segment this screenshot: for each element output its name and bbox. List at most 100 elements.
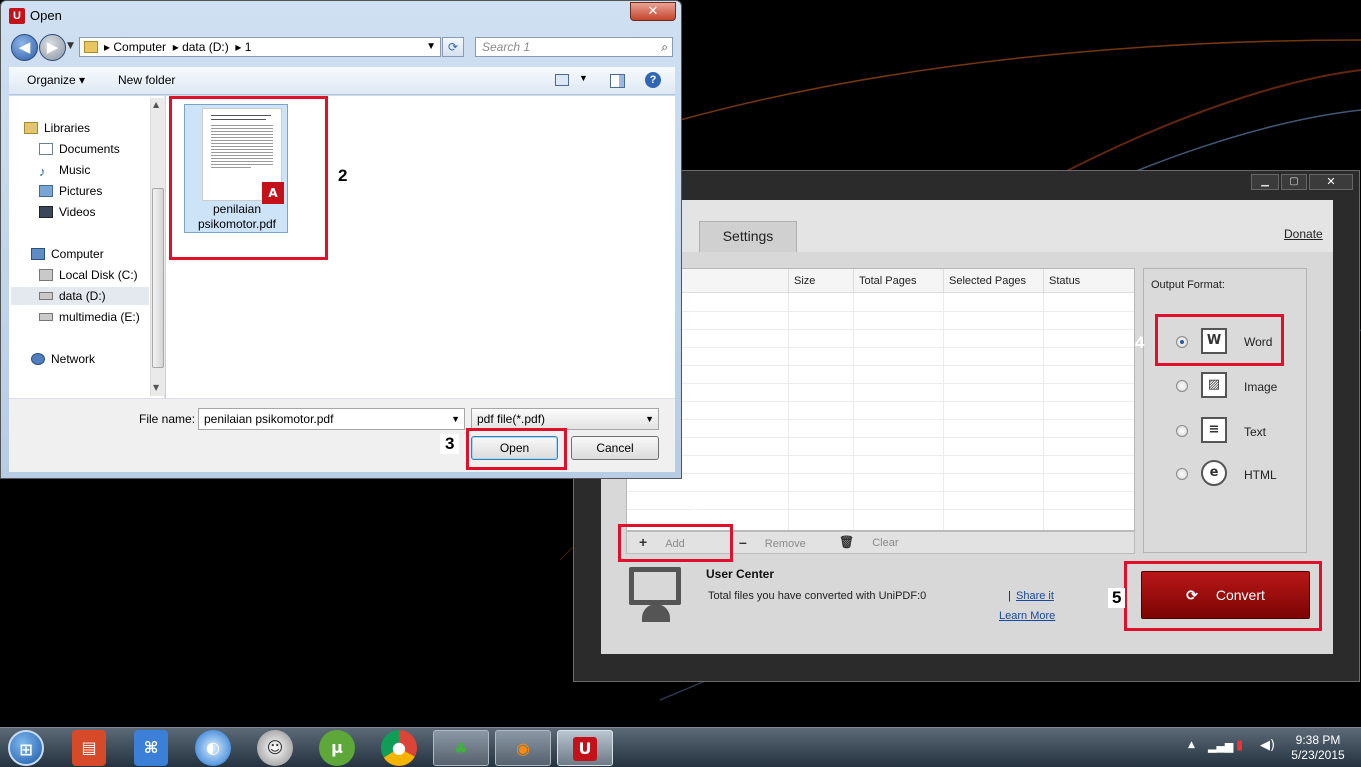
nav-local-disk[interactable]: Local Disk (C:) (39, 266, 138, 284)
radio-html[interactable] (1176, 468, 1188, 480)
unipdf-taskbar-icon[interactable]: U (557, 730, 613, 766)
recent-dropdown-icon[interactable]: ▼ (67, 41, 74, 51)
separator: | (1008, 590, 1011, 602)
nav-libraries[interactable]: Libraries (24, 119, 90, 137)
back-arrow-icon[interactable]: ◀ (11, 34, 38, 61)
plus-icon: + (639, 534, 648, 550)
dialog-title: Open (30, 8, 62, 23)
format-word-label[interactable]: Word (1244, 335, 1272, 349)
view-icon[interactable] (555, 74, 569, 86)
nav-label: Libraries (44, 121, 91, 135)
ie-icon: e (1201, 460, 1227, 486)
close-window-button[interactable]: ✕ (1309, 174, 1353, 190)
help-icon[interactable]: ? (645, 72, 661, 88)
pictures-icon (39, 185, 53, 197)
pdf-file-item[interactable]: A penilaian psikomotor.pdf (184, 104, 288, 233)
music-icon: ♪ (39, 164, 46, 179)
scroll-up-icon[interactable]: ▲ (153, 100, 159, 109)
column-status[interactable]: Status (1043, 269, 1134, 293)
trash-icon: 🗑 (839, 535, 855, 549)
cancel-button[interactable]: Cancel (571, 436, 659, 460)
nav-multimedia[interactable]: multimedia (E:) (39, 308, 140, 326)
nav-label: Documents (59, 142, 120, 156)
radio-image[interactable] (1176, 380, 1188, 392)
volume-icon[interactable]: ◀) (1260, 738, 1275, 753)
convert-button[interactable]: ⟳ Convert (1141, 571, 1310, 619)
monitor-icon (629, 567, 681, 605)
signal-icon[interactable]: ▂▄▆ (1208, 740, 1233, 753)
format-html-label[interactable]: HTML (1244, 468, 1277, 482)
file-list-table[interactable]: Size Total Pages Selected Pages Status (626, 268, 1135, 531)
search-input[interactable]: Search 1 ⌕ (475, 37, 673, 57)
nav-data-d[interactable]: data (D:) (11, 287, 149, 305)
nav-pictures[interactable]: Pictures (39, 182, 102, 200)
open-button[interactable]: Open (471, 436, 558, 460)
converted-count-text: Total files you have converted with UniP… (708, 590, 927, 602)
file-type-dropdown-icon[interactable]: ▼ (645, 409, 654, 429)
file-name-dropdown-icon[interactable]: ▼ (451, 409, 460, 429)
nav-videos[interactable]: Videos (39, 203, 95, 221)
annotation-number-2: 2 (338, 166, 348, 185)
browser-app-icon[interactable]: ◐ (195, 730, 231, 766)
dialog-toolbar: Organize ▾ New folder ▼ ? (9, 67, 675, 95)
utorrent-icon[interactable]: µ (319, 730, 355, 766)
refresh-icon: ⟳ (1186, 587, 1198, 603)
nav-network[interactable]: Network (31, 350, 95, 368)
view-dropdown-icon[interactable]: ▼ (579, 73, 588, 83)
forward-arrow-icon[interactable]: ▶ (39, 34, 66, 61)
share-it-link[interactable]: Share it (1016, 590, 1054, 602)
crumb-folder-1[interactable]: 1 (245, 40, 252, 54)
format-text-label[interactable]: Text (1244, 425, 1266, 439)
minimize-button[interactable]: ▁ (1251, 174, 1279, 190)
organize-menu[interactable]: Organize ▾ (27, 73, 85, 87)
format-image-label[interactable]: Image (1244, 380, 1277, 394)
start-button-icon[interactable]: ⊞ (8, 730, 44, 766)
nav-computer[interactable]: Computer (31, 245, 104, 263)
crumb-data-d[interactable]: data (D:) (182, 40, 229, 54)
pdf-thumbnail: A (202, 108, 284, 204)
donate-link[interactable]: Donate (1284, 227, 1323, 241)
text-doc-icon: ≡ (1201, 417, 1227, 443)
convert-label: Convert (1215, 587, 1265, 603)
scroll-down-icon[interactable]: ▼ (153, 383, 159, 392)
address-dropdown-icon[interactable]: ▼ (426, 38, 436, 56)
add-button[interactable]: + Add (639, 532, 729, 553)
address-bar[interactable]: ▸ Computer ▸ data (D:) ▸ 1 ▼ (79, 37, 441, 57)
clover-icon[interactable]: ♣ (433, 730, 489, 766)
scrollbar-thumb[interactable] (152, 188, 164, 368)
new-folder-button[interactable]: New folder (118, 73, 175, 87)
refresh-icon[interactable]: ⟳ (442, 37, 464, 57)
documents-icon (39, 143, 53, 155)
tab-settings[interactable]: Settings (699, 221, 797, 252)
clear-label: Clear (872, 537, 899, 549)
network-app-icon[interactable]: ⌘ (134, 730, 168, 766)
firefox-icon[interactable]: ◉ (495, 730, 551, 766)
clock-app-icon[interactable]: ☺ (257, 730, 293, 766)
search-placeholder: Search 1 (482, 40, 531, 54)
clock-time: 9:38 PM (1295, 733, 1341, 747)
crumb-computer[interactable]: Computer (113, 40, 166, 54)
maximize-button[interactable]: ▢ (1281, 174, 1307, 190)
clock[interactable]: 9:38 PM 5/23/2015 (1287, 733, 1349, 763)
clear-button[interactable]: 🗑 Clear (839, 532, 929, 553)
nav-scrollbar[interactable]: ▲ ▼ (150, 98, 165, 396)
radio-text[interactable] (1176, 425, 1188, 437)
preview-pane-icon[interactable] (610, 74, 625, 88)
book-app-icon[interactable]: ▤ (72, 730, 106, 766)
battery-icon[interactable]: ▮ (1236, 738, 1243, 753)
file-type-select[interactable]: pdf file(*.pdf) ▼ (471, 408, 659, 430)
remove-button[interactable]: – Remove (739, 532, 829, 553)
close-icon[interactable]: ✕ (630, 2, 676, 21)
column-size[interactable]: Size (788, 269, 853, 293)
radio-word[interactable] (1176, 336, 1188, 348)
column-total-pages[interactable]: Total Pages (853, 269, 943, 293)
learn-more-link[interactable]: Learn More (999, 610, 1055, 622)
column-selected-pages[interactable]: Selected Pages (943, 269, 1043, 293)
show-hidden-icons[interactable]: ▲ (1188, 740, 1195, 750)
annotation-number-3: 3 (440, 434, 460, 454)
file-name-input[interactable]: penilaian psikomotor.pdf ▼ (198, 408, 465, 430)
libraries-icon (24, 122, 38, 134)
nav-documents[interactable]: Documents (39, 140, 120, 158)
chrome-icon[interactable]: ● (381, 730, 417, 766)
nav-music[interactable]: ♪ Music (39, 161, 90, 179)
